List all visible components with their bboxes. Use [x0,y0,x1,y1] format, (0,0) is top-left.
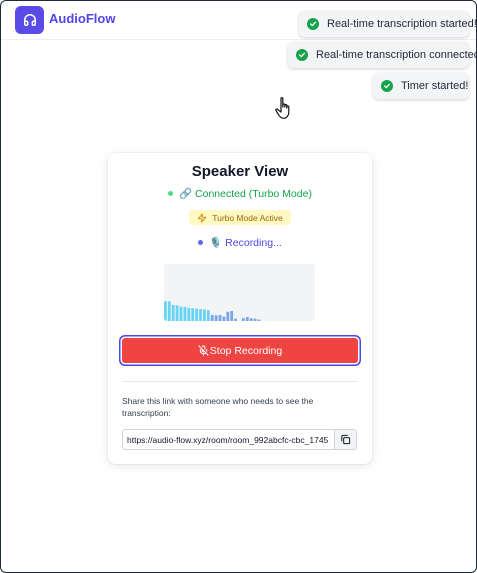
card-title: Speaker View [191,163,289,180]
audio-level-bar [242,318,245,321]
connection-status-text: 🔗 Connected (Turbo Mode) [179,188,312,200]
recording-status-text: 🎙️ Recording... [209,237,282,249]
turbo-mode-badge: Turbo Mode Active [189,210,291,225]
audio-level-bar [245,317,249,321]
toast-timer-started: Timer started! [373,73,469,99]
audio-visualizer [164,264,315,321]
check-circle-icon [296,49,308,61]
audio-level-bars [164,301,261,321]
toast-text: Real-time transcription started! [327,18,477,30]
connection-status: 🔗 Connected (Turbo Mode) [108,187,372,200]
speaker-card: Speaker View 🔗 Connected (Turbo Mode) Tu… [108,153,372,464]
check-circle-icon [307,18,319,30]
audio-level-bar [257,319,261,321]
hand-cursor-icon [274,96,296,125]
share-instructions: Share this link with someone who needs t… [122,396,314,418]
audio-level-bar [210,315,214,321]
brand-name[interactable]: AudioFlow [49,11,115,26]
lightning-icon [198,212,207,223]
audio-level-bar [253,318,257,321]
logo[interactable] [15,6,44,34]
copy-icon [341,434,351,445]
copy-link-button[interactable] [335,429,357,450]
audio-level-bar [183,307,187,321]
toast-transcription-connected: Real-time transcription connected [288,42,477,68]
check-circle-icon [381,80,393,92]
audio-level-bar [234,318,237,321]
audio-level-bar [187,307,191,321]
toast-transcription-started: Real-time transcription started! [299,11,477,37]
audio-level-bar [206,310,210,321]
audio-level-bar [191,308,195,321]
audio-level-bar [230,311,234,321]
turbo-badge-text: Turbo Mode Active [212,212,283,223]
audio-level-bar [222,316,226,321]
toast-text: Timer started! [401,80,469,92]
recording-status: 🎙️ Recording... [108,236,372,249]
status-dot [198,240,204,245]
audio-level-bar [164,301,167,321]
divider [122,381,358,382]
audio-level-bar [167,301,171,321]
stop-recording-button[interactable]: Stop Recording [122,338,358,363]
audio-level-bar [214,315,218,321]
headphones-icon [23,14,36,26]
audio-level-bar [171,305,175,321]
audio-level-bar [226,311,230,321]
share-link-input[interactable] [122,429,335,450]
audio-level-bar [199,309,202,321]
audio-level-bar [218,315,222,321]
toast-text: Real-time transcription connected [316,49,477,61]
audio-level-bar [249,318,253,321]
audio-level-bar [195,308,198,321]
audio-level-bar [203,309,206,321]
audio-level-bar [179,306,183,321]
status-dot [168,191,174,196]
stop-recording-label: Stop Recording [209,344,283,357]
mic-off-icon [198,345,209,356]
audio-level-bar [175,305,179,321]
